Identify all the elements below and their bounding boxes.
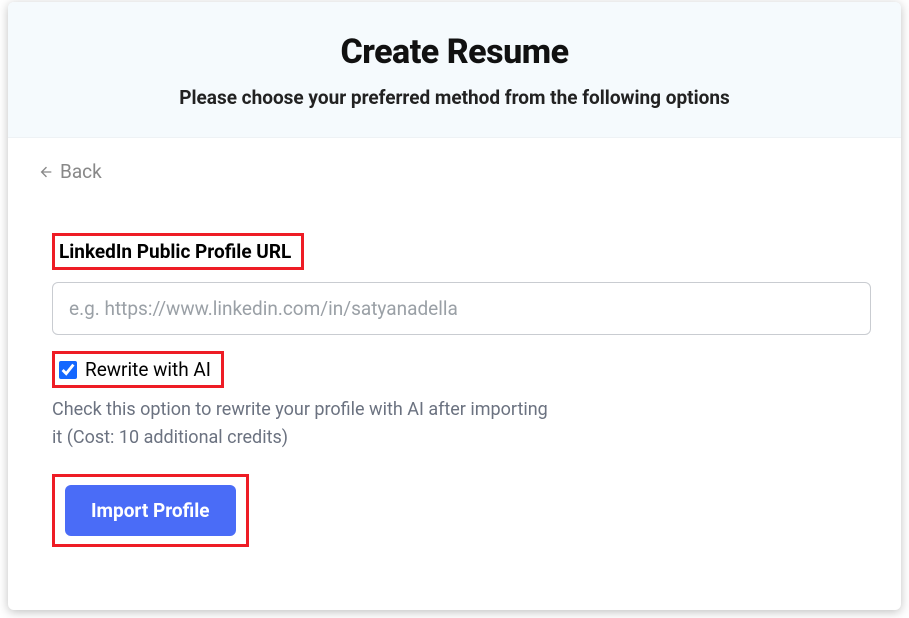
import-profile-button[interactable]: Import Profile [65, 485, 236, 536]
back-button[interactable]: Back [38, 160, 102, 183]
highlight-box-import: Import Profile [52, 474, 249, 547]
card-content: Back LinkedIn Public Profile URL Rewrite… [8, 138, 901, 577]
linkedin-url-input[interactable] [52, 282, 871, 335]
url-field-label: LinkedIn Public Profile URL [59, 240, 291, 263]
rewrite-help-text: Check this option to rewrite your profil… [52, 396, 552, 452]
card-header: Create Resume Please choose your preferr… [8, 2, 901, 138]
back-label: Back [60, 160, 102, 183]
create-resume-card: Create Resume Please choose your preferr… [8, 2, 901, 610]
rewrite-checkbox[interactable] [59, 361, 77, 379]
rewrite-checkbox-label: Rewrite with AI [85, 358, 211, 381]
highlight-box-url-label: LinkedIn Public Profile URL [52, 233, 304, 270]
page-subtitle: Please choose your preferred method from… [28, 86, 881, 109]
arrow-left-icon [38, 164, 54, 180]
page-title: Create Resume [28, 32, 881, 72]
highlight-box-rewrite: Rewrite with AI [52, 351, 224, 388]
rewrite-checkbox-row[interactable]: Rewrite with AI [59, 358, 211, 381]
import-form: LinkedIn Public Profile URL Rewrite with… [38, 233, 871, 547]
